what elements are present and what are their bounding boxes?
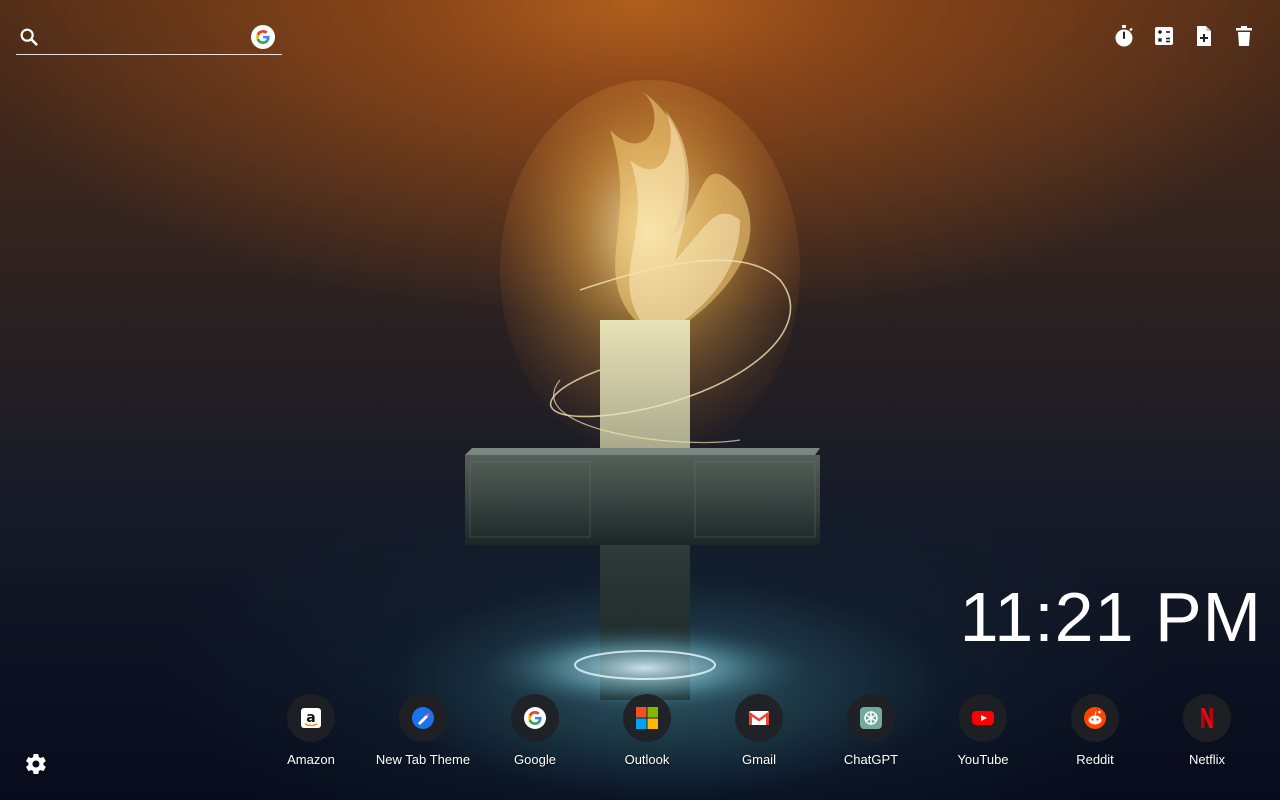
shortcut-tile[interactable] <box>623 694 671 742</box>
shortcut-tile[interactable] <box>735 694 783 742</box>
shortcut-tile[interactable] <box>511 694 559 742</box>
shortcut-label: New Tab Theme <box>375 752 471 767</box>
shortcut-new-tab-theme[interactable]: New Tab Theme <box>367 694 479 767</box>
search-input[interactable] <box>48 24 252 52</box>
shortcut-netflix[interactable]: Netflix <box>1151 694 1263 767</box>
shortcut-label: Outlook <box>624 752 670 767</box>
shortcut-label: Reddit <box>1076 752 1114 767</box>
shortcut-bar: a Amazon New Tab Theme Google Outlook Gm… <box>255 694 1265 767</box>
shortcut-youtube[interactable]: YouTube <box>927 694 1039 767</box>
reddit-icon <box>1084 707 1106 729</box>
background-wallpaper <box>465 80 820 713</box>
new-tab-page: 11:21 PM a Amazon New Tab Theme Google O… <box>0 0 1280 800</box>
clock: 11:21 PM <box>959 578 1262 656</box>
netflix-icon <box>1201 708 1213 728</box>
shortcut-tile[interactable]: a <box>287 694 335 742</box>
toolbar <box>1112 24 1256 48</box>
search-icon[interactable] <box>18 26 40 48</box>
stopwatch-icon[interactable] <box>1112 24 1136 48</box>
shortcut-tile[interactable] <box>847 694 895 742</box>
svg-text:a: a <box>306 710 315 726</box>
shortcut-google[interactable]: Google <box>479 694 591 767</box>
google-icon <box>524 707 546 729</box>
shortcut-amazon[interactable]: a Amazon <box>255 694 367 767</box>
shortcut-chatgpt[interactable]: ChatGPT <box>815 694 927 767</box>
amazon-icon: a <box>301 708 321 728</box>
trash-icon[interactable] <box>1232 24 1256 48</box>
shortcut-label: Google <box>514 752 556 767</box>
shortcut-tile[interactable] <box>959 694 1007 742</box>
shortcut-label: YouTube <box>957 752 1009 767</box>
chatgpt-icon <box>860 707 882 729</box>
search-bar[interactable] <box>16 20 282 55</box>
shortcut-outlook[interactable]: Outlook <box>591 694 703 767</box>
shortcut-label: Amazon <box>287 752 335 767</box>
google-g-icon[interactable] <box>251 25 275 49</box>
shortcut-tile[interactable] <box>1071 694 1119 742</box>
gmail-icon <box>748 711 770 725</box>
calculator-icon[interactable] <box>1152 24 1176 48</box>
youtube-icon <box>972 711 994 725</box>
shortcut-label: Gmail <box>742 752 776 767</box>
shortcut-gmail[interactable]: Gmail <box>703 694 815 767</box>
new-tab-theme-icon <box>412 707 434 729</box>
shortcut-tile[interactable] <box>399 694 447 742</box>
microsoft-icon <box>636 707 658 729</box>
shortcut-label: ChatGPT <box>843 752 899 767</box>
shortcut-tile[interactable] <box>1183 694 1231 742</box>
shortcut-label: Netflix <box>1188 752 1226 767</box>
gear-icon[interactable] <box>24 752 48 776</box>
shortcut-reddit[interactable]: Reddit <box>1039 694 1151 767</box>
add-note-icon[interactable] <box>1192 24 1216 48</box>
